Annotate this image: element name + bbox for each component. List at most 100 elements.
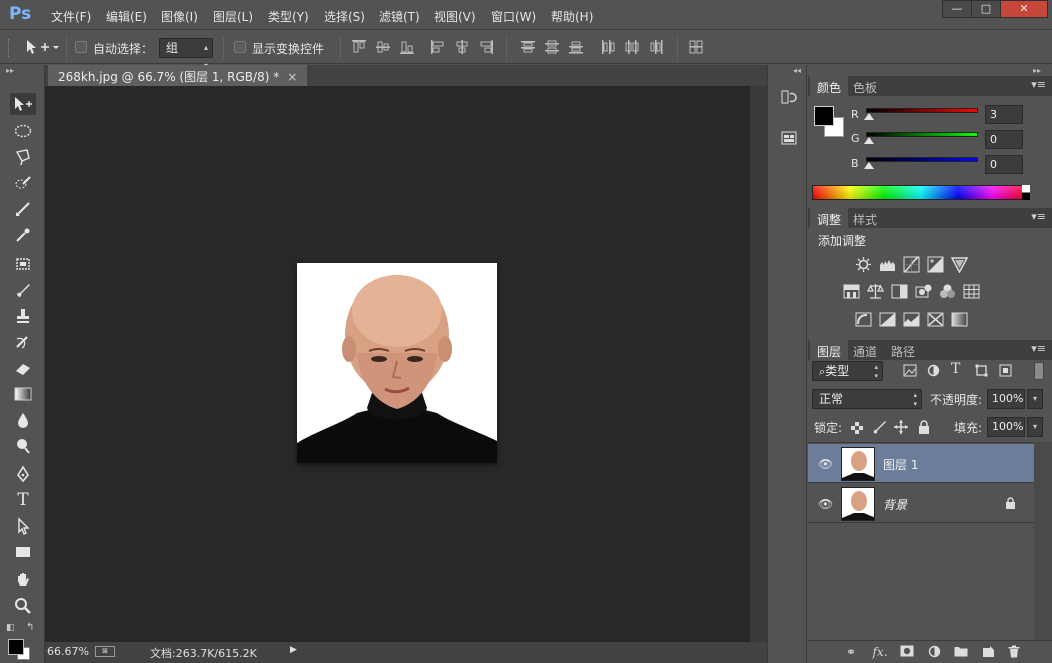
auto-align-layers-icon[interactable]: [688, 39, 704, 55]
healing-brush-tool[interactable]: [10, 253, 36, 275]
black-white-icon[interactable]: [891, 283, 908, 300]
options-bar-grip[interactable]: [8, 39, 11, 57]
trash-icon[interactable]: [1006, 645, 1022, 659]
tab-color[interactable]: 颜色: [810, 76, 849, 96]
zoom-level[interactable]: 66.67%: [47, 645, 89, 658]
levels-icon[interactable]: [879, 256, 896, 273]
align-top-icon[interactable]: [351, 39, 367, 55]
posterize-icon[interactable]: [879, 311, 896, 328]
move-tool[interactable]: [10, 93, 36, 115]
lock-image-pixels-icon[interactable]: [872, 420, 888, 434]
minimize-button[interactable]: —: [942, 0, 972, 18]
filter-shape-icon[interactable]: [975, 364, 988, 377]
collapse-arrows-icon[interactable]: ▸▸: [6, 66, 14, 75]
path-selection-tool[interactable]: [10, 515, 36, 537]
tab-layers[interactable]: 图层: [810, 340, 849, 360]
distribute-left-icon[interactable]: [600, 39, 616, 55]
fx-icon[interactable]: fx.: [872, 645, 888, 659]
properties-panel-button[interactable]: [777, 129, 801, 153]
align-hcenter-icon[interactable]: [454, 39, 470, 55]
history-brush-tool[interactable]: [10, 331, 36, 353]
gradient-map-icon[interactable]: [951, 311, 968, 328]
panel-menu-icon[interactable]: ▾≡: [1031, 78, 1046, 91]
visibility-eye-icon[interactable]: 👁: [818, 497, 833, 511]
align-bottom-icon[interactable]: [399, 39, 415, 55]
layer-row-background[interactable]: 👁 背景: [808, 484, 1034, 523]
menu-window[interactable]: 窗口(W): [491, 8, 536, 25]
maximize-button[interactable]: □: [971, 0, 1001, 18]
filter-adjustment-icon[interactable]: [927, 364, 940, 377]
align-right-icon[interactable]: [478, 39, 494, 55]
lock-all-icon[interactable]: [918, 420, 930, 434]
history-panel-button[interactable]: [777, 88, 801, 112]
collapse-panels-icon[interactable]: ▸▸: [1033, 66, 1041, 75]
share-preview-icon[interactable]: ⊠: [95, 646, 115, 657]
channel-mixer-icon[interactable]: [939, 283, 956, 300]
blue-value-input[interactable]: 0: [985, 155, 1023, 174]
opacity-dropdown-icon[interactable]: ▾: [1027, 389, 1043, 409]
move-tool-preset-icon[interactable]: [24, 38, 60, 60]
invert-icon[interactable]: [855, 311, 872, 328]
menu-type[interactable]: 类型(Y): [268, 8, 309, 25]
add-mask-icon[interactable]: [899, 645, 915, 659]
distribute-top-icon[interactable]: [520, 39, 536, 55]
brightness-contrast-icon[interactable]: [855, 256, 872, 273]
fill-dropdown-icon[interactable]: ▾: [1027, 417, 1043, 437]
distribute-vcenter-icon[interactable]: [544, 39, 560, 55]
distribute-hcenter-icon[interactable]: [624, 39, 640, 55]
quick-selection-tool[interactable]: [10, 172, 36, 194]
menu-file[interactable]: 文件(F): [51, 8, 91, 25]
blue-slider[interactable]: [866, 157, 978, 162]
align-left-icon[interactable]: [430, 39, 446, 55]
group-folder-icon[interactable]: [953, 645, 969, 659]
red-slider-thumb[interactable]: [864, 113, 874, 120]
hand-tool[interactable]: [10, 569, 36, 591]
green-value-input[interactable]: 0: [985, 130, 1023, 149]
swap-colors-icon[interactable]: ↰: [26, 622, 34, 633]
hue-saturation-icon[interactable]: [843, 283, 860, 300]
menu-view[interactable]: 视图(V): [434, 8, 476, 25]
show-transform-checkbox[interactable]: [234, 41, 246, 53]
opacity-input[interactable]: 100%: [987, 389, 1025, 409]
menu-edit[interactable]: 编辑(E): [106, 8, 147, 25]
exposure-icon[interactable]: [927, 256, 944, 273]
menu-layer[interactable]: 图层(L): [213, 8, 253, 25]
status-menu-arrow-icon[interactable]: ▶: [290, 645, 297, 655]
document-image[interactable]: [297, 263, 497, 463]
layer-row-layer1[interactable]: 👁 图层 1: [808, 444, 1034, 483]
eraser-tool[interactable]: [10, 357, 36, 379]
zoom-tool[interactable]: [10, 595, 36, 617]
tab-adjustments[interactable]: 调整: [810, 208, 849, 228]
pen-tool[interactable]: [10, 463, 36, 485]
crop-tool[interactable]: [10, 198, 36, 220]
distribute-right-icon[interactable]: [648, 39, 664, 55]
filter-type-icon[interactable]: T: [951, 361, 960, 377]
layer-name[interactable]: 图层 1: [883, 456, 918, 473]
new-layer-icon[interactable]: [980, 645, 996, 659]
blue-slider-thumb[interactable]: [864, 162, 874, 169]
distribute-bottom-icon[interactable]: [568, 39, 584, 55]
menu-select[interactable]: 选择(S): [324, 8, 365, 25]
auto-select-checkbox[interactable]: [75, 41, 87, 53]
default-colors-icon[interactable]: ◧: [6, 623, 15, 633]
selective-color-icon[interactable]: [927, 311, 944, 328]
close-tab-icon[interactable]: ×: [287, 70, 297, 84]
color-balance-icon[interactable]: [867, 283, 884, 300]
layer-filter-kind-dropdown[interactable]: ⌕类型 ▴ ▾: [812, 361, 883, 381]
black-white-swatch[interactable]: [1022, 185, 1030, 200]
align-vcenter-icon[interactable]: [375, 39, 391, 55]
link-layers-icon[interactable]: ⚭: [843, 645, 859, 659]
green-slider-thumb[interactable]: [864, 137, 874, 144]
menu-filter[interactable]: 滤镜(T): [379, 8, 420, 25]
adjustment-layer-icon[interactable]: [926, 645, 942, 659]
blend-mode-dropdown[interactable]: 正常 ▴ ▾: [812, 389, 922, 409]
clone-stamp-tool[interactable]: [10, 305, 36, 327]
auto-select-dropdown[interactable]: 组 ▴▾: [159, 38, 213, 70]
green-slider[interactable]: [866, 132, 978, 137]
lock-position-icon[interactable]: [894, 420, 908, 434]
dodge-tool[interactable]: [10, 435, 36, 457]
color-spectrum-ramp[interactable]: [812, 185, 1030, 200]
red-slider[interactable]: [866, 108, 978, 113]
filter-smart-object-icon[interactable]: [999, 364, 1012, 377]
color-panel-foreground-swatch[interactable]: [814, 106, 834, 126]
